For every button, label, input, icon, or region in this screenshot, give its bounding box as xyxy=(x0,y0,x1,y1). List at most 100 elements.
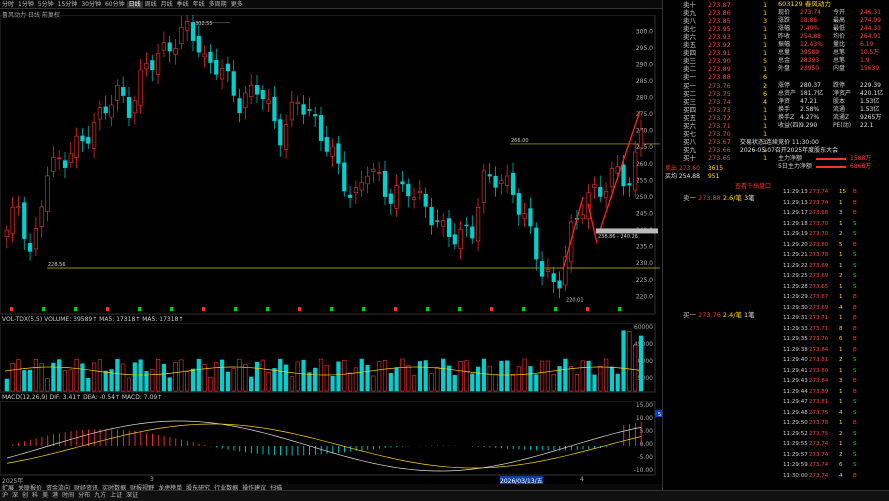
news-line-2[interactable]: 2026-05-07召开2025年度股东大会 xyxy=(740,145,838,154)
tick-volume: 2 xyxy=(839,430,843,437)
quote-row: 涨幅 7.40% 最低 244.33 xyxy=(778,25,889,33)
price-axis-label: 300.0 xyxy=(636,28,653,35)
price-chart[interactable]: 300.0295.0290.0285.0280.0275.0270.0265.0… xyxy=(0,15,662,315)
tick-volume: 1 xyxy=(839,367,843,374)
period-tab[interactable]: 日线 xyxy=(126,1,143,8)
period-tab[interactable]: 季线 xyxy=(175,1,191,8)
sell-order-row[interactable]: 卖七 273.95 1 xyxy=(663,25,778,33)
quote-key: 总资产 xyxy=(778,90,797,97)
quote2-row: 收益(四) 9.290 PE(动) 22.1 xyxy=(778,122,889,130)
macd-axis-label: 15.00 xyxy=(636,402,653,409)
tick-volume: 1 xyxy=(839,346,843,353)
tick-volume: 4 xyxy=(839,472,843,479)
tick-side: S xyxy=(853,462,857,468)
signal-marker xyxy=(426,307,429,311)
period-tab[interactable]: 年线 xyxy=(191,1,207,8)
depth-link[interactable]: 查看千档盘口 xyxy=(735,181,771,190)
volume-bar xyxy=(33,359,38,392)
quote-value2: 1.53亿 xyxy=(860,106,880,113)
quote-row: 涨跌 18.86 最高 274.99 xyxy=(778,17,889,25)
sell-order-row[interactable]: 卖一 273.88 6 xyxy=(663,73,778,81)
volume-chart[interactable]: 60000450003000015000 xyxy=(0,323,662,393)
candle-body xyxy=(16,206,21,209)
buy-order-row[interactable]: 买一 273.76 2 xyxy=(663,82,778,90)
candle-body xyxy=(382,170,388,197)
sell-order-row[interactable]: 卖四 273.91 1 xyxy=(663,49,778,57)
quote-key2: 内盘 xyxy=(833,65,846,72)
macd-chart[interactable]: 15.0010.005.000.00-5.00-10.005.56 xyxy=(0,401,662,476)
sell-order-row[interactable]: 卖十 273.87 1 xyxy=(663,1,778,9)
candle-body xyxy=(452,234,457,245)
buy-order-row[interactable]: 买十 273.65 1 xyxy=(663,154,778,162)
tick-side: B xyxy=(853,378,857,384)
tick-side: B xyxy=(853,420,857,426)
candle-body xyxy=(219,67,225,80)
volume-bar xyxy=(74,359,79,392)
volume-bar xyxy=(138,359,143,392)
sell-order-row[interactable]: 卖六 273.93 1 xyxy=(663,33,778,41)
tick-volume: 6 xyxy=(839,336,843,342)
candle-body xyxy=(97,107,102,120)
period-tab[interactable]: 周线 xyxy=(143,1,159,8)
candle-body xyxy=(342,162,347,192)
tick-row: 11:29:35 273.76 6 B xyxy=(783,335,888,343)
period-tab[interactable]: 分时 xyxy=(0,1,16,8)
candle-body xyxy=(592,184,597,188)
sell-order-row[interactable]: 卖三 273.90 5 xyxy=(663,57,778,65)
period-tab[interactable]: 15分钟 xyxy=(56,1,80,8)
sell-order-row[interactable]: 卖九 273.86 1 xyxy=(663,9,778,17)
candle-body xyxy=(22,202,27,239)
tick-row: 11:29:40 273.81 2 S xyxy=(783,356,888,364)
quote-value: 28393 xyxy=(800,57,820,64)
quote-key2: 最高 xyxy=(833,17,846,24)
buy-order-row[interactable]: 买四 273.73 1 xyxy=(663,106,778,114)
level2-label: 买一 xyxy=(683,311,696,319)
range-label: 238.86 - 240.26 xyxy=(598,234,638,240)
tick-row: 11:29:33 273.71 8 B xyxy=(783,325,888,333)
tick-volume: 1 xyxy=(839,283,843,290)
candle-body xyxy=(214,60,219,75)
candle-body xyxy=(388,193,393,204)
candle-body xyxy=(318,115,324,141)
period-tab[interactable]: 更多 xyxy=(229,1,245,8)
order-vol: 1 xyxy=(763,9,768,17)
buy-order-row[interactable]: 买五 273.72 1 xyxy=(663,114,778,122)
period-tab[interactable]: 多周期 xyxy=(207,1,229,8)
order-price: 273.88 xyxy=(708,73,731,81)
period-tab[interactable]: 月线 xyxy=(159,1,175,8)
sell-order-row[interactable]: 卖二 273.89 1 xyxy=(663,65,778,73)
period-tab[interactable]: 60分钟 xyxy=(103,1,127,8)
period-tab[interactable]: 30分钟 xyxy=(79,1,103,8)
candle-body xyxy=(155,53,161,76)
tick-price: 273.74 xyxy=(809,472,829,479)
volume-bar xyxy=(470,373,475,392)
candle-body xyxy=(400,181,405,185)
signal-marker xyxy=(106,307,109,311)
period-tab[interactable]: 1分钟 xyxy=(16,1,36,8)
volume-bar xyxy=(10,363,15,392)
volume-bar xyxy=(551,374,556,392)
sell-order-row[interactable]: 卖五 273.92 1 xyxy=(663,41,778,49)
period-tab[interactable]: 5分钟 xyxy=(36,1,56,8)
volume-bar xyxy=(609,366,614,392)
buy-order-row[interactable]: 买六 273.71 1 xyxy=(663,122,778,130)
tick-row: 11:29:28 273.65 1 S xyxy=(783,283,888,291)
sell-order-row[interactable]: 卖八 273.85 3 xyxy=(663,17,778,25)
volume-bar xyxy=(359,358,364,392)
buy-order-row[interactable]: 买二 273.75 6 xyxy=(663,90,778,98)
tick-side: B xyxy=(853,336,857,342)
candle-body xyxy=(150,60,155,71)
tick-volume: 4 xyxy=(839,409,843,416)
candle-body xyxy=(196,35,201,53)
price-axis-label: 260.0 xyxy=(636,161,653,168)
order-price: 273.73 xyxy=(708,106,731,114)
candle-body xyxy=(289,101,294,121)
tick-row: 11:29:29 273.67 1 B xyxy=(783,293,888,301)
period-toolbar: 分时 1分钟 5分钟 15分钟 30分钟 60分钟 日线 周线 月线 季线 年线 多周期 更多 xyxy=(0,0,662,9)
volume-bar xyxy=(16,359,21,392)
buy-order-row[interactable]: 买三 273.74 4 xyxy=(663,98,778,106)
price-axis-label: 270.0 xyxy=(636,128,653,135)
volume-bar xyxy=(80,363,85,392)
volume-bar xyxy=(353,367,358,392)
flow-row: 主力净额 1588万 xyxy=(778,155,889,163)
